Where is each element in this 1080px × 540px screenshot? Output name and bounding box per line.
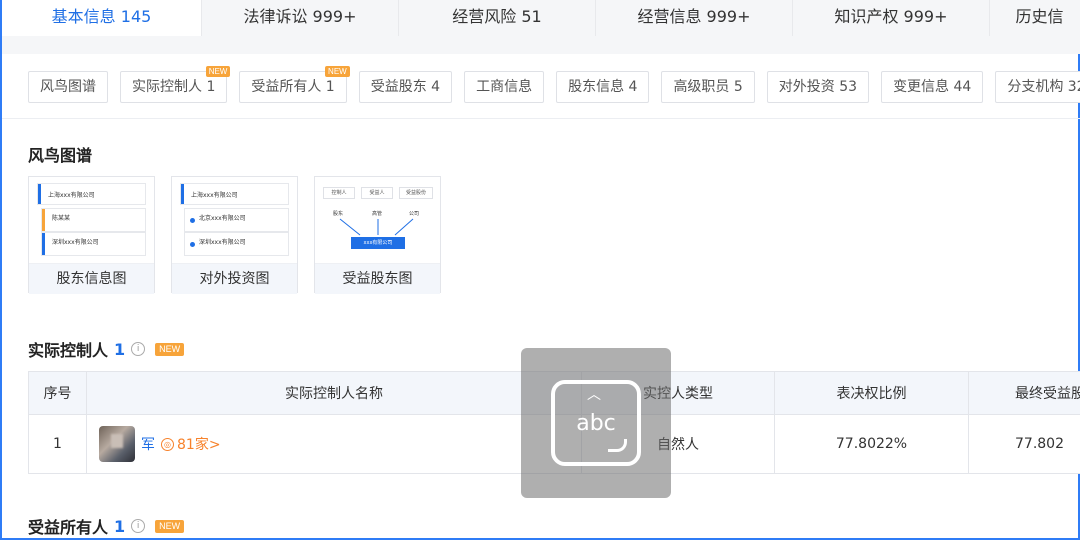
mini-bar (38, 184, 41, 204)
tab-legal[interactable]: 法律诉讼 999+ (202, 0, 399, 36)
column-header: 表决权比例 (775, 372, 969, 414)
tab-history[interactable]: 历史信 (990, 0, 1080, 36)
input-method-overlay: ︿ abc (521, 348, 671, 498)
card-label: 股东信息图 (29, 263, 154, 294)
mini-row: 陈某某 (41, 208, 146, 232)
sub-tab-bar: 风鸟图谱 实际控制人 1 NEW 受益所有人 1 NEW 受益股东 4 工商信息… (28, 66, 1080, 103)
subtab-senior-staff[interactable]: 高级职员 5 (661, 71, 755, 103)
mini-text: 北京xxx有限公司 (199, 215, 246, 222)
subtab-beneficial-owner[interactable]: 受益所有人 1 NEW (239, 66, 350, 103)
mini-text: 深圳xxx有限公司 (199, 239, 246, 246)
top-tab-bar: 基本信息 145 法律诉讼 999+ 经营风险 51 经营信息 999+ 知识产… (2, 0, 1080, 36)
mini-row: 深圳xxx有限公司 (184, 232, 289, 256)
tab-operating-risk[interactable]: 经营风险 51 (399, 0, 596, 36)
input-method-text: abc (576, 410, 616, 436)
new-badge: NEW (325, 66, 350, 77)
new-badge: NEW (205, 66, 231, 77)
info-icon[interactable]: i (131, 342, 146, 356)
subtab-investments[interactable]: 对外投资 53 (766, 71, 870, 103)
mini-bar (42, 233, 45, 255)
subtab-shareholders[interactable]: 股东信息 4 (556, 71, 650, 103)
tab-ip[interactable]: 知识产权 999+ (793, 0, 990, 36)
mini-company: xxx有限公司 (351, 237, 405, 249)
subtab-changes[interactable]: 变更信息 44 (881, 71, 984, 103)
tab-basic-info[interactable]: 基本信息 145 (2, 0, 202, 36)
keyboard-icon: ︿ abc (551, 380, 641, 466)
mini-row: 上海xxx有限公司 (37, 183, 146, 205)
subtab-label: 受益所有人 1 (251, 79, 335, 95)
card-thumbnail: 上海xxx有限公司 北京xxx有限公司 深圳xxx有限公司 (172, 177, 297, 263)
section-count: 1 (114, 339, 126, 359)
card-label: 对外投资图 (172, 263, 297, 294)
tab-band (2, 36, 1080, 54)
subtab-label: 实际控制人 1 (132, 79, 216, 95)
mini-text: 深圳xxx有限公司 (52, 239, 99, 246)
mini-text: 陈某某 (52, 215, 71, 222)
controller-cell: 军 ◎ 81家> (87, 415, 582, 473)
column-header: 序号 (29, 372, 87, 414)
section-title-graph: 风鸟图谱 (28, 142, 92, 166)
return-icon (608, 439, 627, 452)
card-shareholder-graph[interactable]: 上海xxx有限公司 陈某某 深圳xxx有限公司 股东信息图 (28, 176, 155, 294)
divider (2, 118, 1080, 119)
column-header: 最终受益股 (1015, 386, 1080, 402)
new-tag: NEW (155, 342, 185, 356)
graph-cards: 上海xxx有限公司 陈某某 深圳xxx有限公司 股东信息图 上海xxx有限公司 … (28, 176, 441, 294)
arrows-icon (339, 218, 414, 236)
section-title-text: 实际控制人 (28, 341, 109, 360)
section-count: 1 (114, 516, 126, 536)
mini-dot (190, 218, 195, 223)
mini-bar (42, 209, 45, 231)
card-investment-graph[interactable]: 上海xxx有限公司 北京xxx有限公司 深圳xxx有限公司 对外投资图 (171, 176, 298, 294)
caret-up-icon: ︿ (587, 387, 601, 403)
voting-ratio: 77.8022% (775, 415, 969, 473)
section-title-text: 受益所有人 (28, 518, 109, 537)
column-header: 实际控制人名称 (87, 372, 582, 414)
section-title-text: 风鸟图谱 (28, 146, 93, 165)
mini-row: 上海xxx有限公司 (180, 183, 289, 205)
subtab-beneficial-shareholders[interactable]: 受益股东 4 (358, 71, 453, 103)
card-beneficial-graph[interactable]: 控制人 受益人 受益股份 股东 高管 公司 xxx有限公司 受益股东图 (314, 176, 441, 294)
new-tag: NEW (155, 519, 185, 533)
related-companies-link[interactable]: ◎ 81家> (161, 434, 221, 454)
mini-bar (181, 184, 184, 204)
subtab-business-info[interactable]: 工商信息 (464, 71, 545, 103)
info-icon[interactable]: i (131, 519, 146, 533)
card-thumbnail: 控制人 受益人 受益股份 股东 高管 公司 xxx有限公司 (315, 177, 440, 263)
related-companies-count: 81家> (177, 437, 221, 453)
tab-operating-info[interactable]: 经营信息 999+ (596, 0, 793, 36)
section-title-beneficial: 受益所有人 1 i NEW (28, 514, 185, 538)
mini-text: 上海xxx有限公司 (191, 192, 238, 199)
avatar[interactable] (99, 426, 135, 462)
final-benefit-ratio: 77.802 (1015, 436, 1064, 452)
card-label: 受益股东图 (315, 263, 440, 294)
card-thumbnail: 上海xxx有限公司 陈某某 深圳xxx有限公司 (29, 177, 154, 263)
subtab-graph[interactable]: 风鸟图谱 (28, 71, 108, 103)
company-icon: ◎ (161, 437, 174, 451)
mini-dot (190, 242, 195, 247)
mini-text: 上海xxx有限公司 (48, 192, 95, 199)
row-index: 1 (29, 415, 87, 473)
person-name-link[interactable]: 军 (141, 434, 155, 454)
section-title-controller: 实际控制人 1 i NEW (28, 337, 185, 361)
subtab-actual-controller[interactable]: 实际控制人 1 NEW (120, 66, 231, 103)
subtab-branches[interactable]: 分支机构 32 (995, 71, 1080, 103)
mini-row: 深圳xxx有限公司 (41, 232, 146, 256)
mini-row: 北京xxx有限公司 (184, 208, 289, 232)
